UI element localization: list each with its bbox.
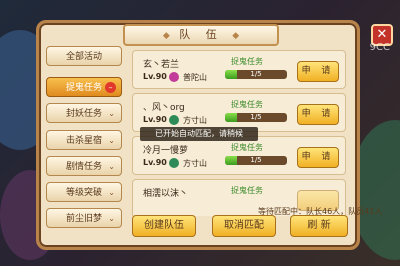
chevron-down-icon: ⌄ — [108, 109, 115, 118]
school-label: 方寸山 — [183, 116, 207, 125]
progress-text: 1/5 — [250, 70, 262, 78]
task-label: 捉鬼任务 — [231, 100, 263, 109]
leader-name: 玄丶若兰 — [143, 60, 180, 70]
chevron-down-icon: ⌄ — [108, 188, 115, 197]
apply-button[interactable]: 申 请 — [297, 104, 339, 125]
title-text: 队 伍 — [179, 28, 223, 41]
task-progress-bar: 1/5 — [225, 113, 287, 122]
page-title: ◆ 队 伍 ◆ — [123, 24, 279, 46]
cancel-match-button[interactable]: 取消匹配 — [212, 215, 276, 237]
level-label: Lv.90 — [143, 72, 167, 81]
progress-text: 1/5 — [250, 113, 262, 121]
team-row: 冷月一慢萝 Lv.90 方寸山 捉鬼任务 1/5 申 请 — [132, 136, 346, 175]
sidebar-item-label: 全部活动 — [65, 52, 102, 62]
leader-name: 相濡以沫丶 — [143, 189, 189, 199]
sidebar-item-seal-demon[interactable]: 封妖任务 ⌄ — [46, 103, 122, 123]
school-label: 方寸山 — [183, 159, 207, 168]
team-row: 玄丶若兰 Lv.90 普陀山 捉鬼任务 1/5 申 请 — [132, 50, 346, 89]
sidebar-item-level-breakthrough[interactable]: 等级突破 ⌄ — [46, 182, 122, 202]
sidebar-item-story[interactable]: 剧情任务 ⌄ — [46, 156, 122, 176]
task-progress-bar: 1/5 — [225, 156, 287, 165]
create-team-button[interactable]: 创建队伍 — [132, 215, 196, 237]
sidebar-item-ghost-hunt[interactable]: 捉鬼任务 – — [46, 77, 122, 97]
chevron-down-icon: ⌄ — [108, 214, 115, 223]
sidebar-item-kill-stars[interactable]: 击杀星宿 ⌄ — [46, 130, 122, 150]
watermark: 9CC — [369, 42, 390, 53]
chevron-down-icon: ⌄ — [108, 136, 115, 145]
collapse-icon: – — [105, 82, 116, 93]
task-label: 捉鬼任务 — [231, 143, 263, 152]
task-progress-bar: 1/5 — [225, 70, 287, 79]
task-label: 捉鬼任务 — [231, 186, 263, 195]
level-label: Lv.90 — [143, 158, 167, 167]
refresh-button[interactable]: 刷 新 — [290, 215, 348, 237]
chevron-down-icon: ⌄ — [108, 162, 115, 171]
sidebar-item-label: 击杀星宿 — [65, 136, 102, 146]
progress-text: 1/5 — [250, 156, 262, 164]
sidebar-item-label: 封妖任务 — [65, 109, 102, 119]
apply-button[interactable]: 申 请 — [297, 61, 339, 82]
apply-button[interactable]: 申 请 — [297, 147, 339, 168]
leader-name: 、风丶org — [143, 103, 185, 113]
sidebar-item-label: 前尘旧梦 — [65, 214, 102, 224]
school-label: 普陀山 — [183, 73, 207, 82]
taiji-icon — [169, 158, 179, 168]
title-deco-left: ◆ — [162, 31, 170, 41]
leader-name: 冷月一慢萝 — [143, 146, 189, 156]
auto-match-toast: 已开始自动匹配，请稍候 — [140, 127, 258, 141]
sidebar-item-all[interactable]: 全部活动 — [46, 46, 122, 66]
lotus-icon — [169, 72, 179, 82]
taiji-icon — [169, 115, 179, 125]
sidebar-item-past-dreams[interactable]: 前尘旧梦 ⌄ — [46, 208, 122, 228]
sidebar-item-label: 等级突破 — [65, 188, 102, 198]
sidebar-item-label: 捉鬼任务 — [65, 83, 102, 93]
sidebar-item-label: 剧情任务 — [65, 162, 102, 172]
title-deco-right: ◆ — [232, 31, 240, 41]
task-label: 捉鬼任务 — [231, 57, 263, 66]
level-label: Lv.90 — [143, 115, 167, 124]
